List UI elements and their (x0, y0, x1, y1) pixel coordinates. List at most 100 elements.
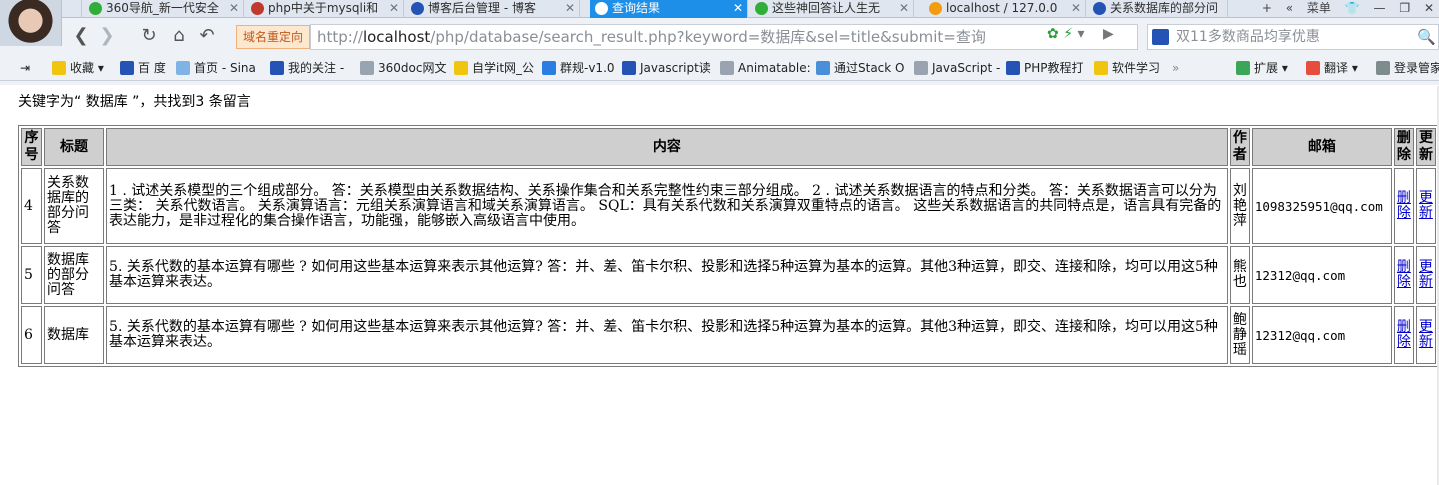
tab-close-icon[interactable]: ✕ (565, 0, 575, 17)
extensions-icon (1236, 61, 1250, 75)
bookmark-favicon-icon (542, 61, 556, 75)
back-arrow-icon[interactable]: ❮ (70, 25, 92, 47)
search-box[interactable]: 双11多数商品均享优惠 🔍 (1147, 24, 1439, 50)
tab-favicon-icon (595, 2, 608, 15)
row-id: 6 (21, 306, 42, 364)
key-icon (1376, 61, 1390, 75)
bookmark-3[interactable]: 我的关注 - (270, 59, 344, 77)
row-content: 5. 关系代数的基本运算有哪些 ? 如何用这些基本运算来表示其他运算? 答：并、… (106, 306, 1228, 364)
bookmark-6[interactable]: 群规-v1.0 (542, 59, 615, 77)
tab-close-icon[interactable]: ✕ (389, 0, 399, 17)
tab-6[interactable]: 关系数据库的部分问 (1088, 0, 1228, 18)
search-summary: 关键字为“ 数据库 ”，共找到3 条留言 (18, 94, 251, 110)
row-content: 5. 关系代数的基本运算有哪些 ? 如何用这些基本运算来表示其他运算? 答：并、… (106, 246, 1228, 304)
home-icon[interactable]: ⌂ (168, 25, 190, 47)
tab-1[interactable]: php中关于mysqli和 ✕ (246, 0, 404, 18)
row-title: 数据库的部分问答 (44, 246, 105, 304)
tab-scroll-icon[interactable]: « (1286, 0, 1293, 17)
bookmark-1[interactable]: 百 度 (120, 59, 166, 77)
bookmark-favicon-icon (1006, 61, 1020, 75)
tab-4[interactable]: 这些神回答让人生无 ✕ (750, 0, 914, 18)
bookmark-4[interactable]: 360doc网文 (360, 59, 446, 77)
bookmark-12[interactable]: 软件学习 (1094, 59, 1160, 77)
url-path: /php/database/search_result.php?keyword=… (430, 28, 986, 46)
dropdown-icon[interactable]: ▾ (1077, 26, 1084, 42)
delete-link[interactable]: 删除 (1397, 190, 1411, 221)
bookmark-7[interactable]: Javascript读 (622, 59, 711, 77)
speed-mode-icon[interactable]: ⚡ (1063, 26, 1073, 42)
row-author: 刘艳萍 (1229, 168, 1250, 244)
navigation-bar: ❮ ❯ ↻ ⌂ ↶ 域名重定向 http://localhost/php/dat… (62, 21, 1439, 51)
table-row: 6 数据库 5. 关系代数的基本运算有哪些 ? 如何用这些基本运算来表示其他运算… (21, 306, 1436, 364)
row-id: 5 (21, 246, 42, 304)
tab-close-icon[interactable]: ✕ (899, 0, 909, 17)
header-title: 标题 (44, 128, 105, 166)
tab-close-icon[interactable]: ✕ (1071, 0, 1081, 17)
page-icon (360, 61, 374, 75)
tab-favicon-icon (251, 2, 264, 15)
translate-button[interactable]: 翻译 ▾ (1306, 59, 1358, 77)
update-link[interactable]: 更新 (1419, 259, 1433, 290)
close-window-icon[interactable]: ✕ (1424, 0, 1434, 17)
user-avatar[interactable] (0, 0, 62, 46)
bookmark-8[interactable]: Animatable: (720, 59, 811, 77)
search-icon[interactable]: 🔍 (1417, 25, 1436, 49)
page-icon (914, 61, 928, 75)
tab-close-icon[interactable]: ✕ (229, 0, 239, 17)
security-icon[interactable]: ✿ (1047, 26, 1059, 42)
minimize-icon[interactable]: — (1374, 0, 1386, 17)
row-author: 熊也 (1229, 246, 1250, 304)
refresh-icon[interactable]: ↻ (138, 25, 160, 47)
row-email: 12312@qq.com (1251, 246, 1392, 304)
domain-redirect-button[interactable]: 域名重定向 (236, 25, 311, 49)
row-title: 数据库 (44, 306, 105, 364)
page-icon (720, 61, 734, 75)
search-engine-icon[interactable] (1152, 29, 1169, 45)
restore-icon[interactable]: ❐ (1399, 0, 1410, 17)
translate-icon (1306, 61, 1320, 75)
new-tab-button[interactable]: + (1262, 0, 1272, 17)
sina-icon (176, 61, 190, 75)
delete-link[interactable]: 删除 (1397, 259, 1411, 290)
bookmark-favicon-icon (454, 61, 468, 75)
update-link[interactable]: 更新 (1419, 319, 1433, 350)
undo-icon[interactable]: ↶ (196, 25, 218, 47)
bookmark-favicon-icon (816, 61, 830, 75)
bookmark-2[interactable]: 首页 - Sina (176, 59, 256, 77)
sidebar-toggle-icon[interactable]: ⇥ (20, 59, 30, 77)
header-email: 邮箱 (1251, 128, 1392, 166)
tab-0[interactable]: 360导航_新一代安全 ✕ (84, 0, 244, 18)
menu-button[interactable]: 菜单 (1307, 0, 1331, 17)
forward-arrow-icon[interactable]: ❯ (96, 25, 118, 47)
login-manager-button[interactable]: 登录管家 (1376, 59, 1439, 77)
tab-label: 博客后台管理 - 博客 (428, 1, 536, 15)
tab-3[interactable]: 查询结果 ✕ (590, 0, 748, 18)
header-author: 作者 (1229, 128, 1250, 166)
tab-favicon-icon (929, 2, 942, 15)
folder-icon (1094, 61, 1108, 75)
tab-pinned[interactable] (62, 0, 82, 18)
delete-link[interactable]: 删除 (1397, 319, 1411, 350)
header-delete: 删除 (1393, 128, 1414, 166)
bookmark-10[interactable]: JavaScript - (914, 59, 1000, 77)
tab-2[interactable]: 博客后台管理 - 博客 ✕ (406, 0, 580, 18)
bookmark-9[interactable]: 通过Stack O (816, 59, 904, 77)
row-title: 关系数据库的部分问答 (44, 168, 105, 244)
go-icon[interactable]: ▶ (1103, 26, 1114, 42)
bookmark-0[interactable]: 收藏 ▾ (52, 59, 104, 77)
star-icon (52, 61, 66, 75)
extensions-button[interactable]: 扩展 ▾ (1236, 59, 1288, 77)
address-bar[interactable]: http://localhost/php/database/search_res… (310, 24, 1138, 50)
bookmark-5[interactable]: 自学it网_公 (454, 59, 534, 77)
skin-icon[interactable]: 👕 (1345, 0, 1360, 17)
bookmark-11[interactable]: PHP教程打 (1006, 59, 1084, 77)
tab-close-icon[interactable]: ✕ (733, 0, 743, 17)
tab-strip: 360导航_新一代安全 ✕ php中关于mysqli和 ✕ 博客后台管理 - 博… (62, 0, 1439, 18)
tab-5[interactable]: localhost / 127.0.0 ✕ (924, 0, 1086, 18)
tab-label: 查询结果 (612, 1, 661, 15)
update-link[interactable]: 更新 (1419, 190, 1433, 221)
header-content: 内容 (106, 128, 1228, 166)
row-email: 1098325951@qq.com (1251, 168, 1392, 244)
more-bookmarks-icon[interactable]: » (1172, 59, 1179, 77)
tab-label: 关系数据库的部分问 (1110, 1, 1219, 15)
